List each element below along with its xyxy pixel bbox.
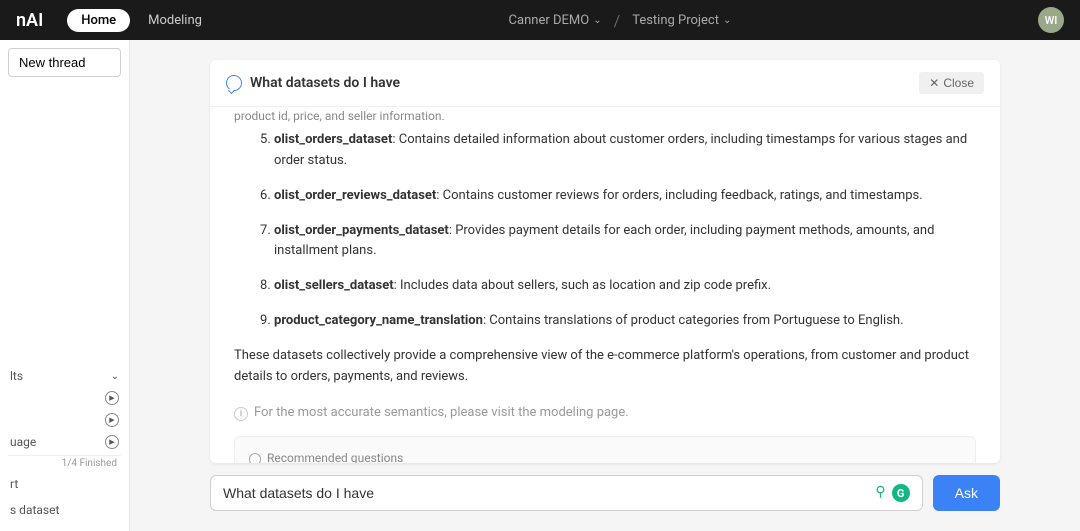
sidebar-item[interactable]: ▶ <box>8 409 121 431</box>
app-logo: nAI <box>16 10 43 31</box>
answer-card: What datasets do I have ✕ Close product … <box>210 60 1000 463</box>
question-input[interactable] <box>223 485 867 501</box>
ask-button[interactable]: Ask <box>933 475 1000 511</box>
avatar[interactable]: WI <box>1038 7 1064 33</box>
sidebar-link[interactable]: s dataset <box>8 497 121 523</box>
recommended-questions: Recommended questions How does the avera… <box>234 436 976 463</box>
dataset-item: olist_orders_dataset: Contains detailed … <box>274 130 976 172</box>
nav-modeling[interactable]: Modeling <box>148 13 202 28</box>
breadcrumb-org[interactable]: Canner DEMO ⌄ <box>509 13 602 28</box>
new-thread-button[interactable]: New thread <box>8 48 121 77</box>
play-icon[interactable]: ▶ <box>105 391 119 405</box>
grammarly-icon[interactable]: G <box>892 484 910 502</box>
sidebar: New thread lts ⌄ ▶ ▶ uage ▶ 1/4 Finished… <box>0 40 130 531</box>
play-icon[interactable]: ▶ <box>105 435 119 449</box>
input-row: ⚲ G Ask <box>210 475 1000 511</box>
breadcrumb-separator: / <box>614 11 621 30</box>
dataset-item: olist_order_payments_dataset: Provides p… <box>274 221 976 263</box>
question-input-wrap: ⚲ G <box>210 475 923 511</box>
sidebar-link[interactable]: rt <box>8 471 121 497</box>
dataset-item: product_category_name_translation: Conta… <box>274 311 976 332</box>
topbar: nAI Home Modeling Canner DEMO ⌄ / Testin… <box>0 0 1080 40</box>
dataset-item: olist_sellers_dataset: Includes data abo… <box>274 276 976 297</box>
pin-icon[interactable]: ⚲ <box>875 484 885 502</box>
play-icon[interactable]: ▶ <box>105 413 119 427</box>
nav-home[interactable]: Home <box>67 9 130 32</box>
chevron-down-icon: ⌄ <box>111 371 119 382</box>
chat-icon <box>226 75 242 91</box>
sidebar-item[interactable]: lts ⌄ <box>8 365 121 387</box>
sidebar-status: 1/4 Finished <box>8 455 121 471</box>
dataset-list: olist_orders_dataset: Contains detailed … <box>234 130 976 332</box>
hint-row: i For the most accurate semantics, pleas… <box>234 399 976 436</box>
info-icon: i <box>234 407 248 421</box>
breadcrumb: Canner DEMO ⌄ / Testing Project ⌄ <box>202 11 1038 30</box>
breadcrumb-project[interactable]: Testing Project ⌄ <box>632 13 731 28</box>
bulb-icon <box>249 453 261 463</box>
close-icon: ✕ <box>929 76 939 90</box>
card-title: What datasets do I have <box>250 75 911 91</box>
sidebar-item[interactable]: ▶ <box>8 387 121 409</box>
chevron-down-icon: ⌄ <box>723 15 731 26</box>
summary-text: These datasets collectively provide a co… <box>234 346 976 388</box>
card-body: product id, price, and seller informatio… <box>210 107 1000 463</box>
dataset-item: olist_order_reviews_dataset: Contains cu… <box>274 186 976 207</box>
sidebar-item[interactable]: uage ▶ <box>8 431 121 453</box>
chevron-down-icon: ⌄ <box>593 15 601 26</box>
truncated-text: product id, price, and seller informatio… <box>234 107 976 130</box>
close-button[interactable]: ✕ Close <box>919 72 984 94</box>
